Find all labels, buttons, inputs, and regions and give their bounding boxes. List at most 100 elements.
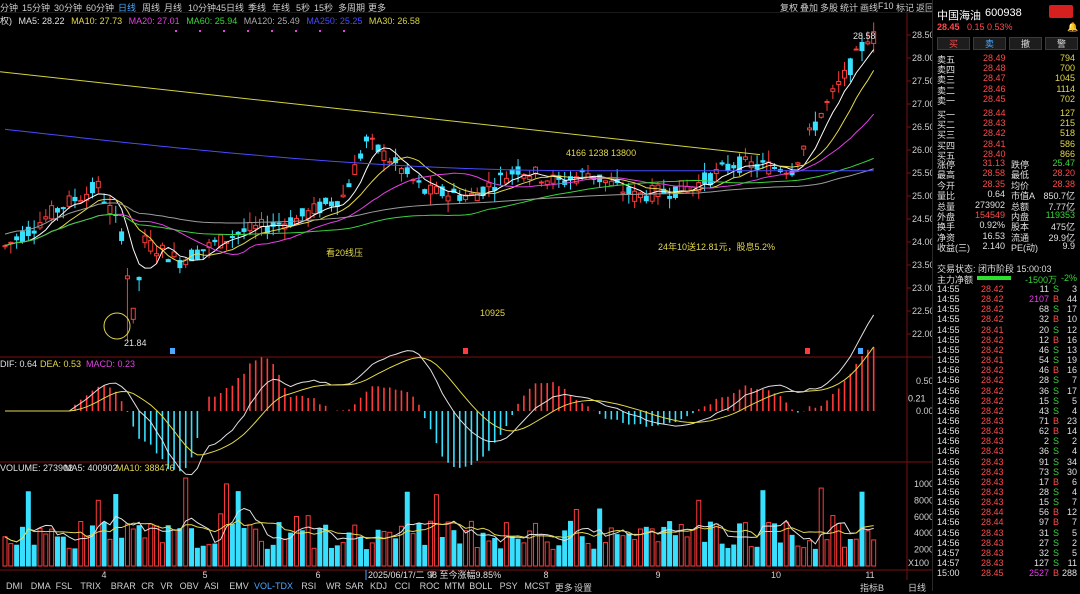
period-tab[interactable]: 45日线 bbox=[216, 1, 244, 14]
indicator-tab[interactable]: 更多 bbox=[555, 581, 573, 594]
candle-body bbox=[2, 245, 8, 248]
period-tab[interactable]: 日线 bbox=[118, 1, 136, 14]
ask-row[interactable]: 卖四 28.48 700 bbox=[937, 63, 1079, 75]
indicator-tab[interactable]: DMI bbox=[6, 581, 23, 591]
period-tab[interactable]: 周线 bbox=[142, 1, 160, 14]
indicator-tab[interactable]: VOL-TDX bbox=[254, 581, 293, 591]
indicator-tab[interactable]: VR bbox=[160, 581, 173, 591]
toolbar-action[interactable]: 多股 bbox=[820, 1, 838, 14]
ask-row[interactable]: 卖五 28.49 794 bbox=[937, 53, 1079, 65]
indicator-tab[interactable]: CCI bbox=[395, 581, 411, 591]
price-axis-label: 28.50 bbox=[912, 30, 932, 40]
bell-icon[interactable]: 🔔 bbox=[1067, 22, 1078, 33]
tick-row: 14:56 28.43 73 S 30 bbox=[937, 466, 1077, 477]
volume-bar bbox=[282, 538, 288, 567]
volume-bar bbox=[154, 525, 160, 567]
indicator-tab[interactable]: TRIX bbox=[80, 581, 101, 591]
period-tab[interactable]: 15分钟 bbox=[22, 1, 50, 14]
candle-body bbox=[445, 195, 451, 202]
ask-row[interactable]: 卖三 28.47 1045 bbox=[937, 73, 1079, 85]
candle-body bbox=[538, 181, 544, 184]
volume-bar bbox=[725, 547, 731, 567]
candle-body bbox=[830, 88, 836, 92]
indicator-tab[interactable]: SAR bbox=[345, 581, 364, 591]
sell-button[interactable]: 卖 bbox=[973, 37, 1006, 50]
indicator-tab[interactable]: CR bbox=[141, 581, 154, 591]
candle-body bbox=[358, 153, 364, 159]
toolbar-action[interactable]: 统计 bbox=[840, 1, 858, 14]
volume-bar bbox=[527, 530, 533, 567]
kline-chart[interactable]: 28.50 28.00 27.50 27.00 26.50 26.00 25.50 25.00… bbox=[0, 0, 932, 591]
volume-bar bbox=[37, 528, 43, 567]
tick-row: 14:56 28.42 15 S 5 bbox=[937, 395, 1077, 406]
event-marker bbox=[805, 348, 810, 354]
bid-row[interactable]: 买三 28.42 518 bbox=[937, 128, 1079, 140]
indicator-tab[interactable]: MTM bbox=[444, 581, 465, 591]
indicator-tab[interactable]: ROC bbox=[420, 581, 440, 591]
volume-bar bbox=[533, 522, 539, 567]
macd-dea-line bbox=[5, 346, 875, 456]
bid-row[interactable]: 买二 28.43 215 bbox=[937, 118, 1079, 130]
indicator-tab[interactable]: BOLL bbox=[469, 581, 492, 591]
indicator-tab[interactable]: ASI bbox=[204, 581, 219, 591]
indicator-tab[interactable]: MCST bbox=[524, 581, 550, 591]
cancel-button[interactable]: 撤 bbox=[1009, 37, 1042, 50]
candle-body bbox=[241, 228, 247, 232]
indicator-tab[interactable]: RSI bbox=[301, 581, 316, 591]
period-tab[interactable]: 多周期 bbox=[338, 1, 365, 14]
candle-body bbox=[124, 275, 130, 280]
indicator-tab[interactable]: EMV bbox=[229, 581, 249, 591]
candle-body bbox=[818, 112, 824, 118]
toolbar-action[interactable]: 复权 bbox=[780, 1, 798, 14]
period-tab[interactable]: 分钟 bbox=[0, 1, 18, 14]
volume-bar bbox=[101, 521, 107, 567]
period-tab[interactable]: 15秒 bbox=[314, 1, 333, 14]
period-tab[interactable]: 60分钟 bbox=[86, 1, 114, 14]
volume-bar bbox=[614, 534, 620, 567]
candle-body bbox=[119, 231, 125, 241]
tick-row: 14:56 28.42 36 S 17 bbox=[937, 385, 1077, 396]
period-tab[interactable]: 更多 bbox=[368, 1, 386, 14]
toolbar-action[interactable]: F10 bbox=[878, 1, 894, 11]
bottom-right-tab[interactable]: 指标B bbox=[860, 581, 884, 594]
buy-button[interactable]: 买 bbox=[937, 37, 970, 50]
indicator-tab[interactable]: PSY bbox=[500, 581, 518, 591]
volume-bar bbox=[95, 499, 101, 567]
ask-row[interactable]: 卖一 28.45 702 bbox=[937, 94, 1079, 106]
volume-bar bbox=[259, 540, 265, 567]
indicator-tab[interactable]: FSL bbox=[56, 581, 73, 591]
bottom-right-tab[interactable]: 日线 bbox=[908, 581, 926, 594]
ask-row[interactable]: 卖二 28.46 1114 bbox=[937, 84, 1079, 96]
period-tab[interactable]: 月线 bbox=[164, 1, 182, 14]
volume-bar bbox=[480, 532, 486, 567]
period-tab[interactable]: 10分钟 bbox=[188, 1, 216, 14]
candle-body bbox=[667, 195, 673, 199]
indicator-tab[interactable]: DMA bbox=[31, 581, 51, 591]
volume-bar bbox=[247, 524, 253, 567]
toolbar-action[interactable]: 标记 bbox=[896, 1, 914, 14]
tick-row: 14:56 28.43 15 S 7 bbox=[937, 497, 1077, 508]
period-tab[interactable]: 季线 bbox=[248, 1, 266, 14]
period-tab[interactable]: 5秒 bbox=[296, 1, 310, 14]
period-tab[interactable]: 年线 bbox=[272, 1, 290, 14]
alert-button[interactable]: 警 bbox=[1045, 37, 1078, 50]
tick-row: 14:56 28.42 28 S 7 bbox=[937, 375, 1077, 386]
indicator-tab[interactable]: KDJ bbox=[370, 581, 387, 591]
indicator-tab[interactable]: BRAR bbox=[111, 581, 136, 591]
toolbar-action[interactable]: 画线 bbox=[860, 1, 878, 14]
volume-bar bbox=[78, 520, 84, 567]
bid-row[interactable]: 买四 28.41 586 bbox=[937, 139, 1079, 151]
candle-body bbox=[632, 190, 638, 202]
indicator-tab[interactable]: 设置 bbox=[574, 581, 592, 594]
period-tab[interactable]: 30分钟 bbox=[54, 1, 82, 14]
flag-icon[interactable] bbox=[1049, 5, 1073, 18]
indicator-tab[interactable]: WR bbox=[326, 581, 341, 591]
toolbar-action[interactable]: 叠加 bbox=[800, 1, 818, 14]
indicator-tab[interactable]: OBV bbox=[180, 581, 199, 591]
volume-bar bbox=[171, 529, 177, 567]
tick-row: 14:56 28.43 28 S 4 bbox=[937, 487, 1077, 497]
bid-row[interactable]: 买一 28.44 127 bbox=[937, 108, 1079, 120]
ma20-legend: MA20: 27.01 bbox=[128, 16, 180, 26]
candle-body bbox=[527, 175, 533, 180]
volume-bar bbox=[737, 523, 743, 567]
